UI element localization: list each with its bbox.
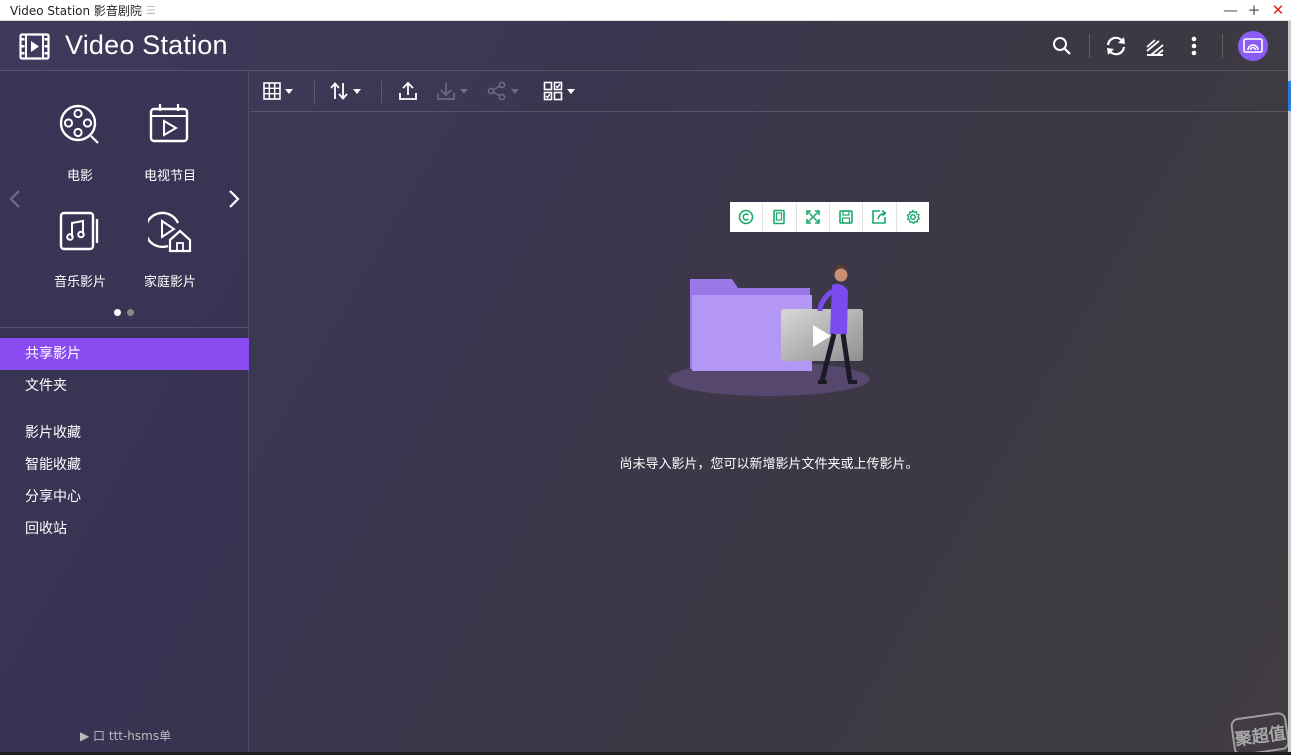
view-mode-button[interactable] [263,80,293,102]
category-home-videos[interactable]: 家庭影片 [130,209,210,290]
background-window-text: ▶ 口 ttt-hsms单 [80,729,172,743]
empty-message-connector: 或 [840,457,854,472]
refresh-icon[interactable] [1104,34,1128,58]
share-button[interactable] [487,80,519,102]
carousel-pagination [114,309,134,316]
cast-icon[interactable] [1238,31,1268,61]
upload-video-link[interactable]: 上传影片 [854,457,906,472]
category-label: 音乐影片 [53,275,106,290]
more-icon[interactable] [1182,34,1206,58]
sidebar-divider [0,327,249,328]
toolbar [250,71,1288,112]
category-movies[interactable]: 电影 [40,103,120,184]
sidebar-item-recycle-bin[interactable]: 回收站 [0,513,249,545]
chevron-down-icon [567,88,575,94]
app-frame: Video Station 电影 电视节目 音乐影片 家庭影片 共享影片 文件夹… [0,21,1288,752]
music-video-icon [59,211,99,251]
window-title-bar: Video Station 影音剧院 ☰ — + ✕ [0,0,1291,21]
sort-button[interactable] [329,80,361,102]
maximize-button[interactable]: + [1247,3,1261,18]
movie-reel-icon [59,104,99,144]
watermark-logo: 聚超值 [1229,711,1288,752]
page-dot[interactable] [127,309,134,316]
export-icon[interactable] [863,202,897,232]
sidebar-item-share-center[interactable]: 分享中心 [0,481,249,513]
sidebar-item-shared-videos[interactable]: 共享影片 [0,338,249,370]
save-icon[interactable] [830,202,864,232]
chevron-down-icon [511,88,519,94]
app-title: Video Station [65,30,228,60]
page-dot-active[interactable] [114,309,121,316]
upload-icon [399,81,417,100]
download-icon [437,83,455,100]
category-label: 电影 [66,169,93,184]
chevron-down-icon [353,88,361,94]
select-mode-icon [543,81,563,101]
share-icon [487,81,506,101]
select-mode-button[interactable] [543,80,575,102]
header-divider [1089,34,1090,58]
toolbar-divider [381,81,382,103]
category-label: 电视节目 [143,169,196,184]
app-header: Video Station [0,21,1288,71]
close-button[interactable]: ✕ [1271,3,1285,18]
sidebar: 电影 电视节目 音乐影片 家庭影片 共享影片 文件夹 影片收藏 智能收藏 分享中… [0,71,249,752]
chevron-down-icon [285,88,293,94]
minimize-button[interactable]: — [1223,3,1238,18]
empty-message-text: 尚未导入影片，您可以 [619,457,750,472]
window-controls: — + ✕ [1223,0,1285,21]
empty-message-suffix: 。 [905,457,919,472]
fullscreen-icon[interactable] [797,202,830,232]
category-label: 家庭影片 [143,275,196,290]
grid-view-icon [263,82,281,100]
tv-show-icon [149,104,189,143]
download-button[interactable] [436,80,468,102]
header-divider [1222,34,1223,58]
empty-state-illustration [668,264,870,396]
film-icon [19,33,50,60]
toolbar-divider [314,81,315,103]
new-folder-link[interactable]: 新增影片文件夹 [749,457,840,472]
capture-icon[interactable] [730,202,764,232]
category-music-videos[interactable]: 音乐影片 [40,209,120,290]
window-menu-icon[interactable]: ☰ [146,4,156,17]
prev-arrow-icon[interactable] [9,189,21,209]
overlay-toolbar [730,202,929,232]
home-video-icon [144,211,192,253]
sidebar-item-smart-collections[interactable]: 智能收藏 [0,449,249,481]
window-title: Video Station 影音剧院 [10,3,142,18]
chevron-down-icon [460,88,468,94]
settings-icon[interactable] [897,202,929,232]
next-arrow-icon[interactable] [228,189,240,209]
upload-button[interactable] [398,80,418,102]
sidebar-item-collections[interactable]: 影片收藏 [0,417,249,449]
window-icon[interactable] [763,202,797,232]
empty-state-message: 尚未导入影片，您可以新增影片文件夹或上传影片。 [250,453,1288,472]
sidebar-item-folders[interactable]: 文件夹 [0,370,249,402]
sort-icon [330,82,348,100]
background-tasks-icon[interactable] [1143,34,1167,58]
category-tv-shows[interactable]: 电视节目 [130,103,210,184]
search-icon[interactable] [1050,34,1074,58]
